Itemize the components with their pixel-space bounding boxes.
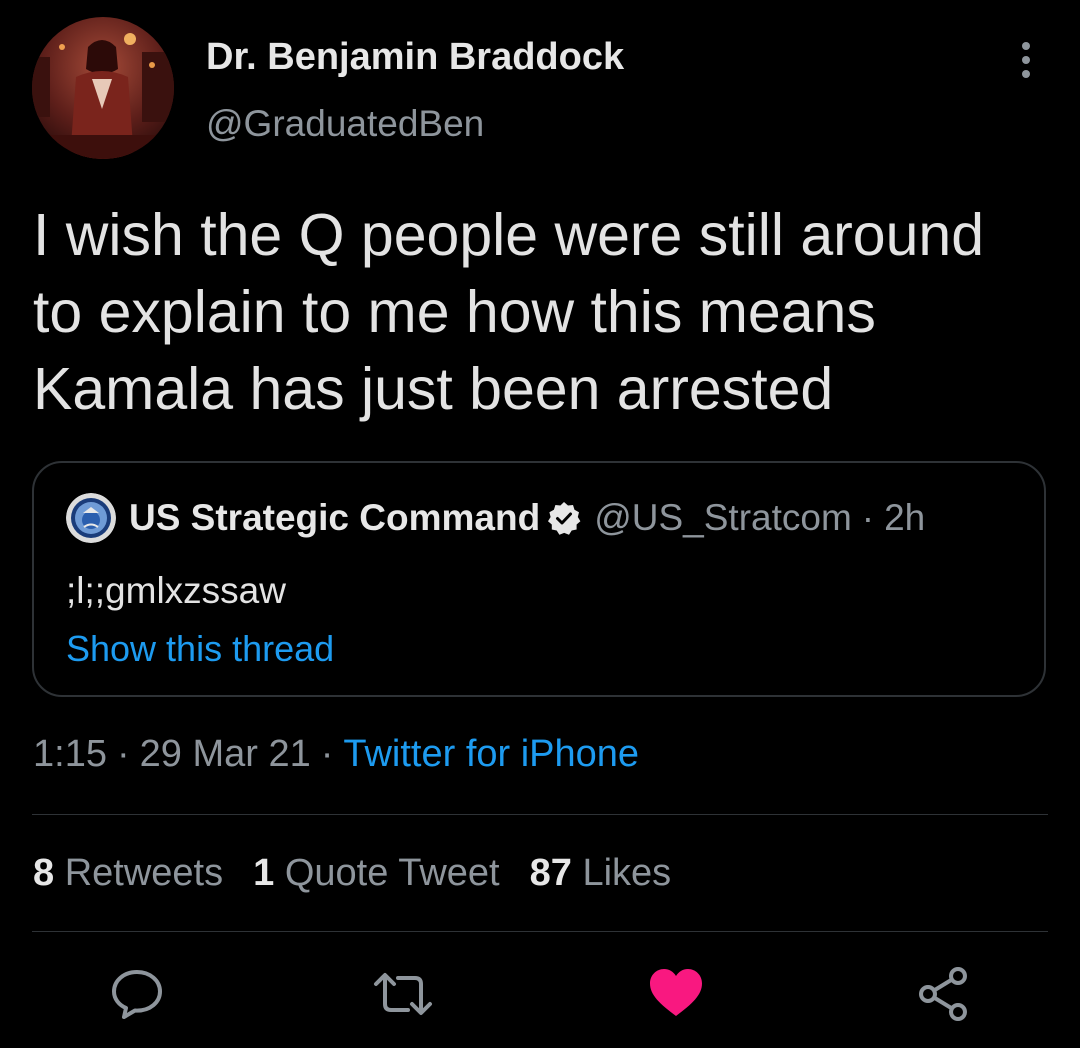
likes-stat[interactable]: 87 Likes [530, 852, 672, 894]
meta-separator: · [116, 733, 130, 775]
like-button[interactable] [648, 966, 704, 1022]
author-avatar-image [32, 17, 174, 159]
stratcom-seal-icon [66, 493, 116, 543]
quoted-separator: · [861, 497, 875, 538]
author-display-name[interactable]: Dr. Benjamin Braddock [206, 36, 624, 79]
retweet-icon [374, 973, 432, 1015]
share-button[interactable] [916, 966, 972, 1022]
author-avatar[interactable] [32, 17, 174, 159]
quoted-author-name[interactable]: US Strategic Command [129, 497, 540, 539]
divider [32, 814, 1048, 815]
tweet-source-link[interactable]: Twitter for iPhone [343, 733, 639, 775]
divider [32, 931, 1048, 932]
quoted-author-avatar[interactable] [66, 493, 116, 543]
reply-button[interactable] [109, 966, 165, 1022]
retweet-button[interactable] [370, 966, 432, 1022]
share-icon [919, 967, 967, 1021]
tweet-meta: 1:15 · 29 Mar 21 · Twitter for iPhone [33, 733, 639, 776]
quote-tweets-count: 1 [253, 852, 275, 894]
quoted-tweet-header: US Strategic Command @US_Stratcom · 2h [66, 488, 925, 548]
engagement-stats: 8 Retweets 1 Quote Tweet 87 Likes [33, 852, 701, 895]
reply-icon [112, 970, 162, 1019]
show-thread-link[interactable]: Show this thread [66, 628, 334, 670]
likes-label: Likes [582, 852, 672, 894]
quoted-author-handle[interactable]: @US_Stratcom [594, 497, 852, 539]
more-options-button[interactable] [1010, 38, 1042, 82]
tweet-text: I wish the Q people were still around to… [33, 202, 985, 422]
retweets-count: 8 [33, 852, 55, 894]
likes-count: 87 [529, 852, 572, 894]
more-vertical-icon [1022, 42, 1030, 78]
quoted-timestamp: 2h [884, 497, 926, 538]
verified-badge-icon [548, 502, 581, 535]
retweets-label: Retweets [64, 852, 224, 894]
tweet-date[interactable]: 29 Mar 21 [140, 733, 311, 775]
meta-separator: · [320, 733, 334, 775]
quoted-tweet-card[interactable]: US Strategic Command @US_Stratcom · 2h ;… [32, 461, 1046, 697]
heart-icon [650, 969, 702, 1016]
quote-tweets-stat[interactable]: 1 Quote Tweet [253, 852, 499, 894]
tweet-time[interactable]: 1:15 [33, 733, 107, 775]
retweets-stat[interactable]: 8 Retweets [33, 852, 223, 894]
quote-tweets-label: Quote Tweet [284, 852, 500, 894]
quoted-tweet-text: ;l;;gmlxzssaw [66, 570, 286, 611]
author-handle[interactable]: @GraduatedBen [206, 103, 484, 145]
